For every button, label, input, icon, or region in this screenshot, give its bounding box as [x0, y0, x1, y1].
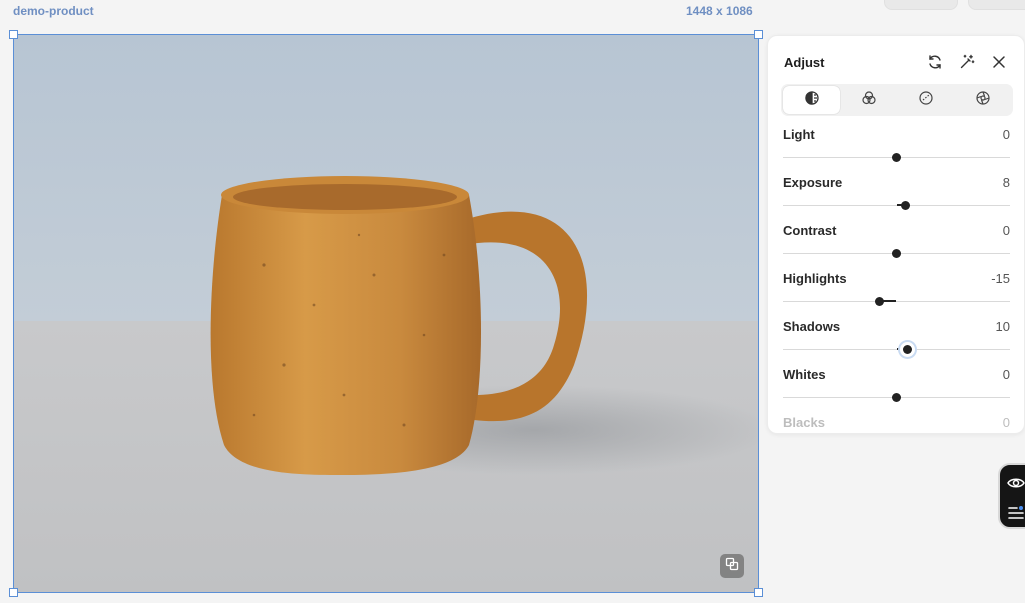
- slider-highlights: Highlights -15: [783, 271, 1010, 319]
- tab-light[interactable]: [783, 86, 840, 114]
- light-icon: [804, 90, 820, 111]
- slider-track[interactable]: [783, 345, 1010, 354]
- slider-label: Whites: [783, 367, 826, 382]
- resize-handle-bottom-right[interactable]: [754, 588, 763, 597]
- adjust-panel: Adjust Light 0 Exposure 8 Contrast 0 Hig…: [767, 35, 1025, 434]
- slider-exposure: Exposure 8: [783, 175, 1010, 223]
- slider-label: Light: [783, 127, 815, 142]
- slider-value: 10: [995, 319, 1010, 334]
- slider-value: -15: [991, 271, 1010, 286]
- image-dimensions: 1448 x 1086: [686, 4, 753, 18]
- detail-icon: [975, 90, 991, 111]
- slider-knob[interactable]: [903, 345, 913, 354]
- compare-icon: [725, 557, 739, 576]
- slider-whites: Whites 0: [783, 367, 1010, 415]
- slider-value: 0: [1002, 367, 1010, 382]
- slider-track[interactable]: [783, 249, 1010, 258]
- slider-knob[interactable]: [892, 393, 901, 402]
- slider-knob[interactable]: [892, 153, 901, 162]
- resize-handle-top-right[interactable]: [754, 30, 763, 39]
- slider-label: Highlights: [783, 271, 847, 286]
- toolbar-button-1[interactable]: [884, 0, 958, 10]
- resize-handle-top-left[interactable]: [9, 30, 18, 39]
- slider-list: Light 0 Exposure 8 Contrast 0 Highlights…: [783, 127, 1010, 433]
- slider-knob[interactable]: [892, 249, 901, 258]
- panel-title: Adjust: [784, 54, 825, 70]
- slider-shadows: Shadows 10: [783, 319, 1010, 367]
- image-canvas[interactable]: [9, 30, 763, 597]
- slider-light: Light 0: [783, 127, 1010, 175]
- slider-knob[interactable]: [874, 297, 884, 306]
- slider-contrast: Contrast 0: [783, 223, 1010, 271]
- tab-color[interactable]: [840, 86, 897, 114]
- slider-value: 8: [1002, 175, 1010, 190]
- slider-label: Shadows: [783, 319, 841, 334]
- compare-button[interactable]: [720, 554, 744, 578]
- slider-track[interactable]: [783, 201, 1010, 210]
- auto-magic-icon[interactable]: [958, 53, 976, 71]
- slider-label: Blacks: [783, 415, 825, 430]
- slider-track[interactable]: [783, 153, 1010, 162]
- tab-detail[interactable]: [954, 86, 1011, 114]
- slider-value: 0: [1002, 127, 1010, 142]
- adjust-tabs: [781, 84, 1013, 116]
- slider-value: 0: [1002, 223, 1010, 238]
- toolbar-button-2[interactable]: [968, 0, 1025, 10]
- effects-icon: [918, 90, 934, 111]
- product-photo: [14, 35, 758, 592]
- color-icon: [861, 90, 877, 111]
- slider-label: Exposure: [783, 175, 843, 190]
- close-icon[interactable]: [990, 53, 1008, 71]
- resize-handle-bottom-left[interactable]: [9, 588, 18, 597]
- eye-icon[interactable]: [1006, 473, 1025, 493]
- side-widget: [998, 463, 1025, 529]
- slider-label: Contrast: [783, 223, 837, 238]
- adjust-list-icon[interactable]: [1006, 503, 1025, 523]
- slider-value: 0: [1002, 415, 1010, 430]
- slider-track[interactable]: [783, 393, 1010, 402]
- file-name: demo-product: [13, 4, 94, 18]
- slider-track[interactable]: [783, 297, 1010, 306]
- slider-knob[interactable]: [901, 201, 911, 210]
- reset-icon[interactable]: [926, 53, 944, 71]
- tab-effects[interactable]: [897, 86, 954, 114]
- slider-blacks: Blacks 0: [783, 415, 1010, 433]
